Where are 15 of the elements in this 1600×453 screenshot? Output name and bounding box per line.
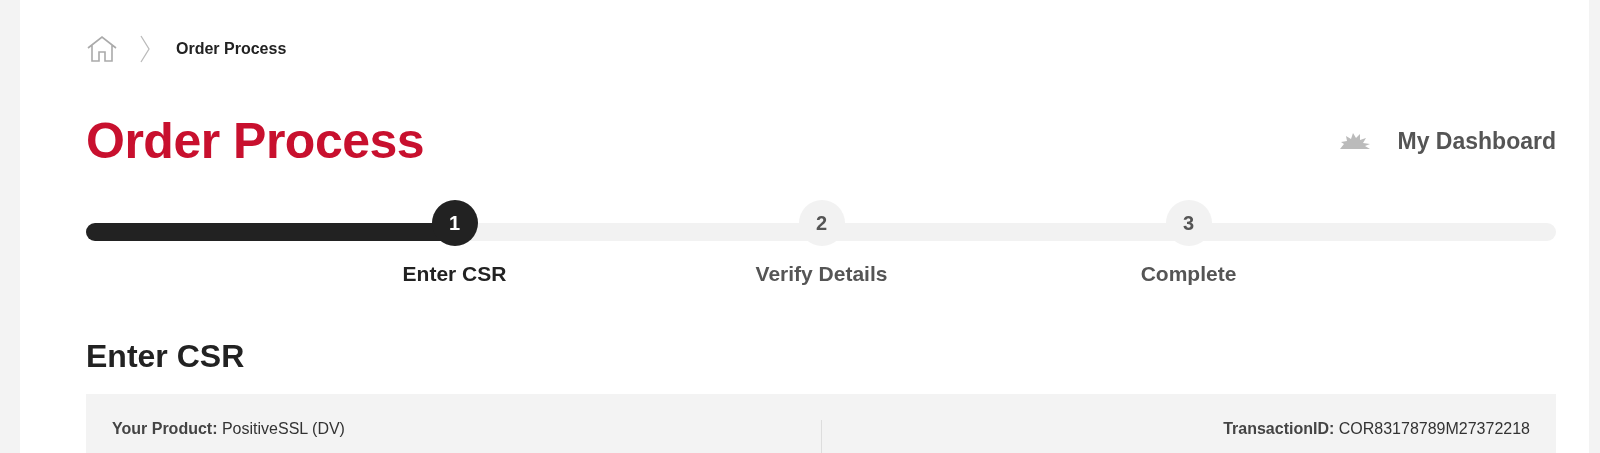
page-title: Order Process	[86, 112, 425, 170]
home-icon[interactable]	[86, 35, 118, 63]
step-number[interactable]: 2	[798, 200, 845, 246]
chevron-icon	[140, 35, 150, 63]
step-label: Enter CSR	[402, 262, 507, 286]
info-text: TransactionID: COR83178789M27372218	[1223, 420, 1530, 437]
breadcrumb-current: Order Process	[176, 40, 287, 58]
dashboard-link[interactable]: My Dashboard	[1337, 127, 1556, 155]
step-label: Verify Details	[755, 262, 888, 286]
info-text: Your Product: PositiveSSL (DV)	[112, 420, 345, 437]
step-number[interactable]: 1	[431, 200, 478, 246]
gauge-icon	[1337, 132, 1372, 150]
section-title: Enter CSR	[86, 338, 246, 376]
step-number[interactable]: 3	[1165, 200, 1212, 246]
step-label: Complete	[1140, 262, 1237, 286]
